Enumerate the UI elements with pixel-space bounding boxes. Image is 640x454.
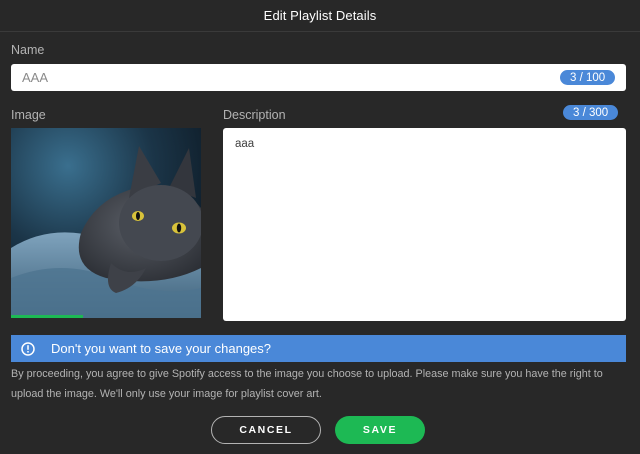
name-counter-badge: 3 / 100 — [560, 70, 616, 85]
description-input[interactable]: aaa — [223, 128, 626, 321]
upload-progress-bar — [11, 315, 84, 318]
banner-text: Don't you want to save your changes? — [51, 341, 272, 356]
name-input[interactable] — [11, 64, 626, 91]
upload-disclaimer: By proceeding, you agree to give Spotify… — [11, 368, 603, 400]
cancel-button[interactable]: CANCEL — [211, 416, 321, 444]
playlist-cover-image[interactable] — [11, 128, 201, 318]
edit-playlist-dialog: Edit Playlist Details Name 3 / 100 Image — [0, 0, 640, 454]
info-icon — [21, 341, 35, 356]
description-counter-badge: 3 / 300 — [563, 105, 619, 120]
cat-photo — [11, 128, 201, 318]
unsaved-changes-banner: Don't you want to save your changes? — [11, 335, 626, 362]
save-button[interactable]: SAVE — [335, 416, 425, 444]
dialog-title: Edit Playlist Details — [263, 8, 377, 23]
name-label: Name — [11, 43, 45, 57]
dialog-header: Edit Playlist Details — [0, 0, 640, 32]
description-label: Description — [223, 108, 286, 122]
image-label: Image — [11, 108, 46, 122]
